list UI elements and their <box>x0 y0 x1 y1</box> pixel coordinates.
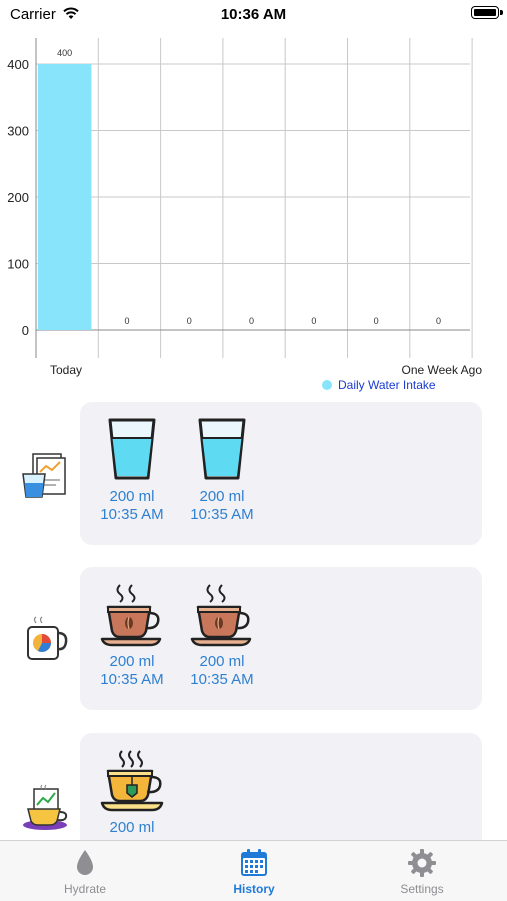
entry-amount: 200 ml <box>109 819 155 836</box>
tab-label: Hydrate <box>63 882 107 896</box>
history-row-coffee: 200 ml 10:35 AM 200 ml 10:35 AM <box>0 567 507 712</box>
entry-amount: 200 ml <box>109 653 155 670</box>
tab-hydrate[interactable]: Hydrate <box>35 847 135 896</box>
chart-bar <box>37 64 92 330</box>
tab-settings[interactable]: Settings <box>372 847 472 896</box>
battery-icon <box>471 6 499 19</box>
status-bar: Carrier 10:36 AM <box>0 0 507 30</box>
x-tick-label: One Week Ago <box>402 363 483 377</box>
y-tick-label: 200 <box>7 190 29 205</box>
entry-item[interactable]: 200 ml 10:35 AM <box>80 416 184 524</box>
entry-item[interactable]: 200 ml 10:35 AM <box>170 581 274 689</box>
tea-cup-icon <box>100 750 164 812</box>
coffee-cup-icon <box>100 584 162 647</box>
bar-value-label: 0 <box>311 316 316 326</box>
water-report-icon <box>22 453 66 498</box>
entries-card: 200 ml 10:35 AM 200 ml 10:35 AM <box>80 567 482 710</box>
y-tick-label: 100 <box>7 257 29 272</box>
bar-value-label: 0 <box>436 316 441 326</box>
entry-item[interactable]: 200 ml 10:35 AM <box>80 581 184 689</box>
tab-bar: Hydrate History Settings <box>0 840 507 901</box>
y-tick-label: 300 <box>7 124 29 139</box>
y-tick-label: 0 <box>22 323 29 338</box>
coffee-cup-icon <box>190 584 252 647</box>
legend-label: Daily Water Intake <box>338 378 436 392</box>
y-tick-label: 400 <box>7 57 29 72</box>
clock: 10:36 AM <box>220 6 287 23</box>
chart-legend: Daily Water Intake <box>322 378 436 392</box>
x-tick-label: Today <box>50 363 82 377</box>
bar-value-label: 0 <box>249 316 254 326</box>
entry-amount: 200 ml <box>199 653 245 670</box>
history-row-water: 200 ml 10:35 AM 200 ml 10:35 AM <box>0 402 507 547</box>
bar-value-label: 0 <box>374 316 379 326</box>
entry-item[interactable]: 200 ml <box>80 747 184 837</box>
coffee-mug-chart-icon <box>27 616 68 660</box>
calendar-icon <box>241 849 267 876</box>
entries-card: 200 ml 10:35 AM 200 ml 10:35 AM <box>80 402 482 545</box>
bar-value-label: 0 <box>124 316 129 326</box>
tab-label: History <box>233 882 275 896</box>
bar-value-label: 400 <box>57 48 72 58</box>
water-drop-icon <box>77 850 93 875</box>
entry-time: 10:35 AM <box>190 506 254 523</box>
water-glass-icon <box>198 418 246 480</box>
entry-amount: 200 ml <box>109 488 155 505</box>
legend-swatch <box>322 380 332 390</box>
entry-amount: 200 ml <box>199 488 245 505</box>
entry-item[interactable]: 200 ml 10:35 AM <box>170 416 274 524</box>
bar-value-label: 0 <box>187 316 192 326</box>
tea-report-icon <box>23 784 68 830</box>
entry-time: 10:35 AM <box>190 671 254 688</box>
gear-icon <box>408 849 436 877</box>
entry-time: 10:35 AM <box>100 671 164 688</box>
tab-label: Settings <box>400 882 444 896</box>
water-glass-icon <box>108 418 156 480</box>
tab-history[interactable]: History <box>204 847 304 896</box>
entry-time: 10:35 AM <box>100 506 164 523</box>
water-intake-chart: 0 100 200 300 400 400 0 0 0 0 0 0 Today One Week Ago <box>7 38 483 377</box>
